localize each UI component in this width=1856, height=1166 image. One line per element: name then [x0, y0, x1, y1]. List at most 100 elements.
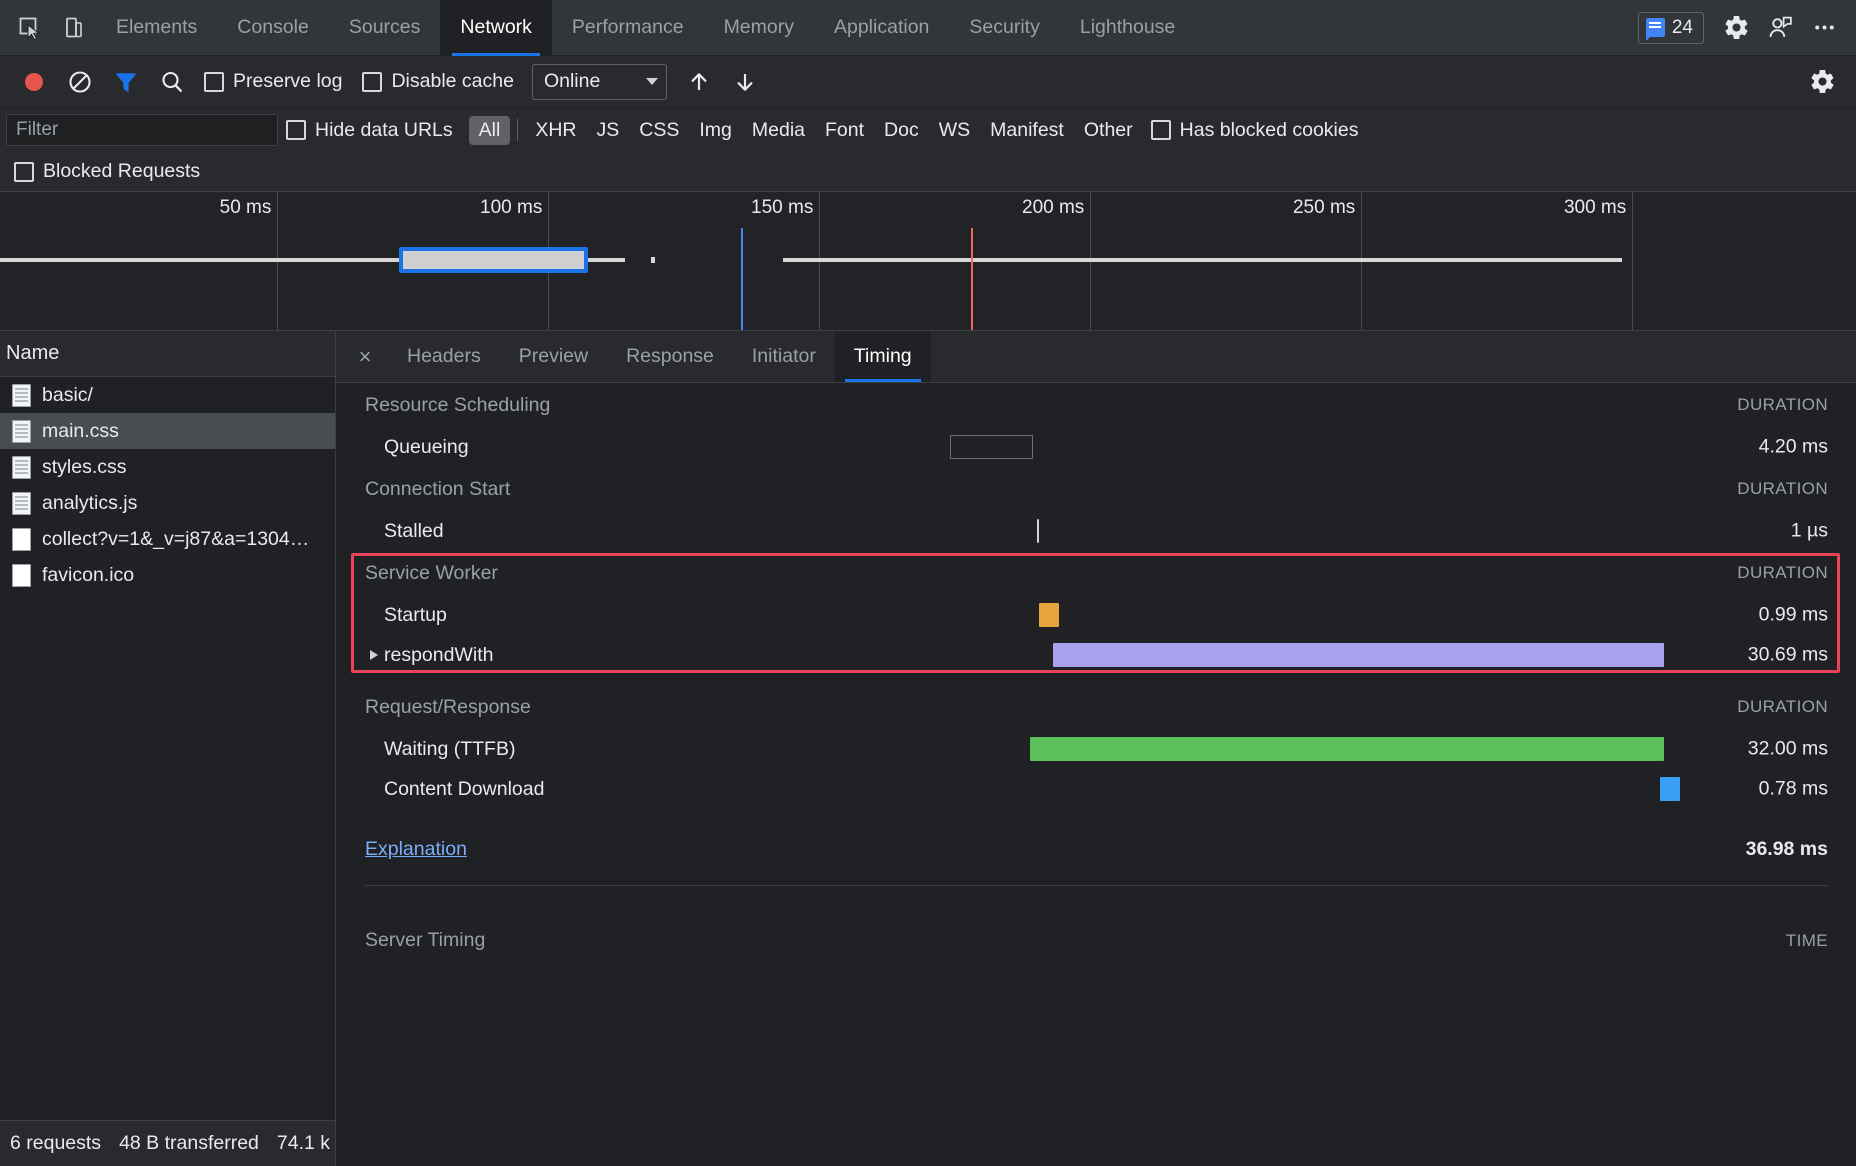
type-filter-img[interactable]: Img — [689, 116, 742, 145]
disable-cache-label: Disable cache — [391, 70, 513, 93]
timing-track — [696, 511, 1828, 551]
resource-type-filters: All XHR JS CSS Img Media Font Doc WS Man… — [469, 116, 1143, 145]
overview-tick-label: 200 ms — [1022, 197, 1084, 219]
timing-track — [696, 635, 1828, 675]
tab-response[interactable]: Response — [607, 331, 733, 382]
panel-tab-network[interactable]: Network — [440, 0, 552, 56]
panel-tab-label: Sources — [349, 16, 421, 39]
clear-icon[interactable] — [58, 60, 102, 104]
throttling-select[interactable]: Online — [532, 64, 667, 100]
tab-headers[interactable]: Headers — [388, 331, 500, 382]
timing-row-stalled: Stalled 1 µs — [336, 511, 1828, 551]
timing-row-respondwith[interactable]: respondWith 30.69 ms — [336, 635, 1828, 675]
network-settings-gear-icon[interactable] — [1800, 60, 1844, 104]
preserve-log-checkbox[interactable]: Preserve log — [196, 60, 352, 104]
explanation-link[interactable]: Explanation — [365, 838, 467, 861]
request-list-pane: Name basic/ main.css styles.css analyti — [0, 331, 336, 1166]
overview-request-dot — [651, 257, 655, 263]
gear-icon[interactable] — [1714, 6, 1758, 50]
status-resources: 74.1 k — [277, 1132, 330, 1155]
panel-tab-performance[interactable]: Performance — [552, 0, 704, 56]
blocked-requests-checkbox[interactable]: Blocked Requests — [6, 150, 210, 194]
import-har-icon[interactable] — [677, 60, 721, 104]
tab-timing[interactable]: Timing — [835, 331, 931, 382]
request-name: basic/ — [42, 384, 93, 407]
panel-tab-label: Application — [834, 16, 929, 39]
feedback-person-icon[interactable] — [1758, 6, 1802, 50]
export-har-icon[interactable] — [723, 60, 767, 104]
type-filter-all[interactable]: All — [469, 116, 511, 145]
dom-content-loaded-marker — [741, 228, 743, 330]
expand-triangle-icon[interactable] — [370, 650, 378, 660]
overview-selected-request-band[interactable] — [399, 247, 588, 273]
devtools-panel-tabbar: Elements Console Sources Network Perform… — [0, 0, 1856, 56]
panel-tab-label: Memory — [724, 16, 794, 39]
network-overview-timeline[interactable]: 50 ms 100 ms 150 ms 200 ms 250 ms 300 ms — [0, 192, 1856, 331]
duration-column-header: DURATION — [1737, 697, 1828, 717]
message-count: 24 — [1672, 17, 1693, 39]
tab-preview[interactable]: Preview — [500, 331, 607, 382]
request-name: styles.css — [42, 456, 127, 479]
filter-funnel-icon[interactable] — [104, 60, 148, 104]
network-filter-row: Hide data URLs All XHR JS CSS Img Media … — [0, 108, 1856, 152]
type-filter-other[interactable]: Other — [1074, 116, 1143, 145]
request-list-column-header[interactable]: Name — [0, 331, 335, 377]
status-request-count: 6 requests — [10, 1132, 101, 1155]
record-button[interactable] — [12, 60, 56, 104]
has-blocked-cookies-checkbox[interactable]: Has blocked cookies — [1143, 108, 1369, 152]
overview-request-band — [0, 258, 399, 262]
timing-row-value: 0.78 ms — [1759, 778, 1828, 801]
panel-tab-application[interactable]: Application — [814, 0, 949, 56]
filter-input[interactable] — [6, 114, 278, 146]
panel-tab-security[interactable]: Security — [949, 0, 1059, 56]
type-filter-media[interactable]: Media — [742, 116, 815, 145]
devtools-window: Elements Console Sources Network Perform… — [0, 0, 1856, 1166]
panel-tab-memory[interactable]: Memory — [704, 0, 814, 56]
panel-tab-elements[interactable]: Elements — [96, 0, 217, 56]
timing-section-service-worker-wrapper: Service Worker DURATION Startup 0.99 ms … — [336, 551, 1828, 675]
disable-cache-checkbox[interactable]: Disable cache — [354, 60, 523, 104]
message-bubble-icon — [1646, 18, 1665, 37]
panel-tab-console[interactable]: Console — [217, 0, 329, 56]
request-row-analytics-js[interactable]: analytics.js — [0, 485, 335, 521]
panel-tab-sources[interactable]: Sources — [329, 0, 441, 56]
overview-tick-label: 250 ms — [1293, 197, 1355, 219]
panel-tab-label: Security — [969, 16, 1039, 39]
throttling-value: Online — [544, 70, 600, 93]
type-filter-css[interactable]: CSS — [629, 116, 689, 145]
timing-section-connection-start: Connection Start DURATION — [336, 467, 1828, 511]
tab-initiator[interactable]: Initiator — [733, 331, 835, 382]
more-options-icon[interactable] — [1802, 6, 1846, 50]
total-duration-value: 36.98 ms — [1746, 838, 1828, 861]
request-row-main-css[interactable]: main.css — [0, 413, 335, 449]
close-icon[interactable]: × — [342, 331, 388, 382]
type-filter-doc[interactable]: Doc — [874, 116, 929, 145]
console-message-counter[interactable]: 24 — [1638, 12, 1704, 44]
network-main-area: Name basic/ main.css styles.css analyti — [0, 331, 1856, 1166]
type-filter-ws[interactable]: WS — [929, 116, 980, 145]
timing-bar-stalled — [1037, 519, 1039, 543]
request-row-favicon[interactable]: favicon.ico — [0, 557, 335, 593]
request-row-collect[interactable]: collect?v=1&_v=j87&a=1304… — [0, 521, 335, 557]
device-toolbar-icon[interactable] — [52, 6, 96, 50]
request-row-styles-css[interactable]: styles.css — [0, 449, 335, 485]
section-divider — [365, 885, 1828, 886]
timing-bar-waiting-ttfb — [1030, 737, 1664, 761]
timing-row-value: 30.69 ms — [1748, 644, 1828, 667]
overview-tick-label: 300 ms — [1564, 197, 1626, 219]
duration-column-header: DURATION — [1737, 479, 1828, 499]
inspect-element-icon[interactable] — [8, 6, 52, 50]
hide-data-urls-checkbox[interactable]: Hide data URLs — [278, 108, 463, 152]
type-filter-font[interactable]: Font — [815, 116, 874, 145]
checkbox-box — [204, 72, 224, 92]
panel-tab-label: Performance — [572, 16, 684, 39]
type-filter-js[interactable]: JS — [587, 116, 630, 145]
type-filter-manifest[interactable]: Manifest — [980, 116, 1074, 145]
hide-data-urls-label: Hide data URLs — [315, 119, 453, 142]
request-row-basic[interactable]: basic/ — [0, 377, 335, 413]
filter-divider — [517, 119, 518, 141]
search-icon[interactable] — [150, 60, 194, 104]
panel-tab-lighthouse[interactable]: Lighthouse — [1060, 0, 1195, 56]
timing-row-queueing: Queueing 4.20 ms — [336, 427, 1828, 467]
type-filter-xhr[interactable]: XHR — [525, 116, 586, 145]
